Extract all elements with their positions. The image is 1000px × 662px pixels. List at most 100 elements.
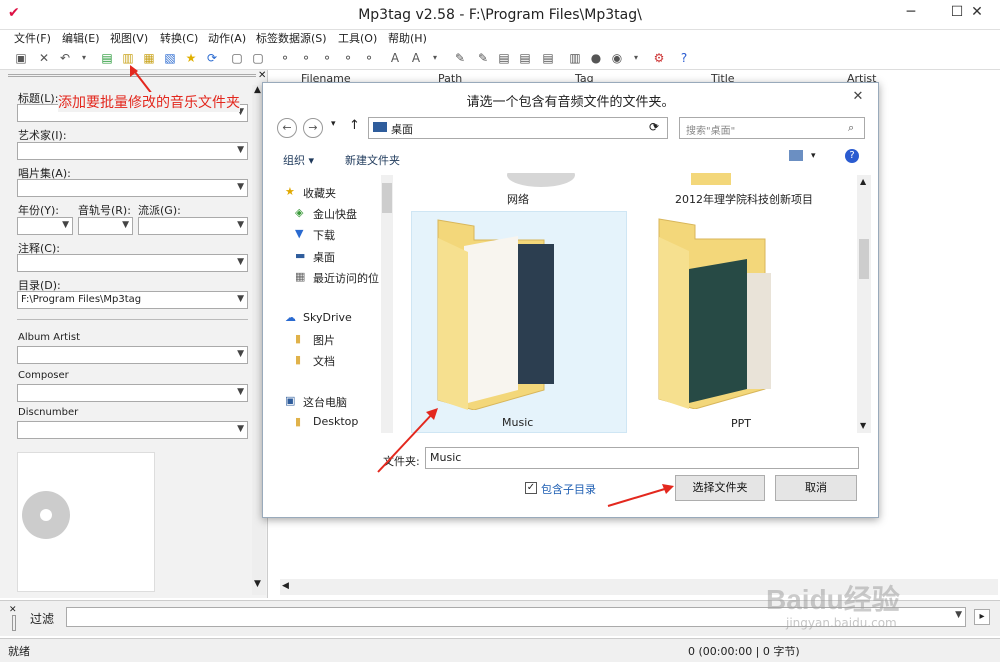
folder-ppt-label[interactable]: PPT: [731, 417, 751, 430]
recent-places-icon: ▦: [295, 270, 306, 283]
up-icon[interactable]: ↑: [349, 118, 360, 133]
sources-icon[interactable]: ▤: [539, 49, 557, 67]
address-bar[interactable]: 桌面 ▾: [368, 117, 668, 139]
dialog-close-button[interactable]: ✕: [845, 86, 871, 108]
tag-filename-icon[interactable]: ⚬: [276, 49, 294, 67]
scroll-up-icon[interactable]: ▲: [254, 85, 261, 95]
refresh-icon[interactable]: ⟳: [649, 120, 659, 134]
nav-this-pc[interactable]: 这台电脑: [303, 394, 347, 410]
year-field[interactable]: ▼: [17, 217, 73, 235]
filename-tag-icon[interactable]: ⚬: [297, 49, 315, 67]
menu-edit[interactable]: 编辑(E): [62, 30, 100, 46]
content-scroll-thumb[interactable]: [859, 239, 869, 279]
artist-field[interactable]: ▼: [17, 142, 248, 160]
select-folder-button[interactable]: 选择文件夹: [675, 475, 765, 501]
content-pane-scrollbar[interactable]: ▲ ▼: [857, 175, 871, 433]
navigation-pane-scrollbar[interactable]: [381, 175, 393, 433]
menu-tools[interactable]: 工具(O): [338, 30, 377, 46]
scroll-down-icon[interactable]: ▼: [254, 579, 261, 589]
directory-field[interactable]: F:\Program Files\Mp3tag ▼: [17, 291, 248, 309]
view-dropdown-icon[interactable]: ▾: [811, 151, 816, 161]
filter-grip[interactable]: [12, 615, 16, 631]
menu-help[interactable]: 帮助(H): [388, 30, 427, 46]
menu-actions[interactable]: 动作(A): [208, 30, 246, 46]
content-scroll-up-icon[interactable]: ▲: [860, 177, 866, 186]
back-icon[interactable]: ←: [277, 118, 297, 138]
search-icon[interactable]: ⌕: [848, 121, 854, 135]
save-icon[interactable]: ▣: [12, 49, 30, 67]
menu-file[interactable]: 文件(F): [14, 30, 51, 46]
discnumber-field[interactable]: ▼: [17, 421, 248, 439]
quick-action-icon[interactable]: ✎: [474, 49, 492, 67]
discnumber-label: Discnumber: [18, 407, 79, 418]
refresh-icon[interactable]: ⟳: [203, 49, 221, 67]
genre-field[interactable]: ▼: [138, 217, 248, 235]
nav-downloads[interactable]: 下载: [313, 227, 335, 243]
nav-pictures[interactable]: 图片: [313, 332, 335, 348]
filter-close-icon[interactable]: ✕: [9, 605, 17, 615]
folder-project-label[interactable]: 2012年理学院科技创新项目: [675, 191, 813, 207]
search-input[interactable]: 搜索"桌面" ⌕: [679, 117, 865, 139]
forward-icon[interactable]: →: [303, 118, 323, 138]
copy-tag-icon[interactable]: ▢: [228, 49, 246, 67]
paste-tag-icon[interactable]: ▢: [249, 49, 267, 67]
content-scroll-down-icon[interactable]: ▼: [860, 421, 866, 430]
autonumber-icon[interactable]: A: [386, 49, 404, 67]
nav-favorites[interactable]: 收藏夹: [303, 185, 336, 201]
nav-documents[interactable]: 文档: [313, 353, 335, 369]
help-icon[interactable]: ?: [845, 149, 859, 163]
menu-view[interactable]: 视图(V): [110, 30, 148, 46]
include-subdirs-label[interactable]: 包含子目录: [541, 481, 596, 497]
minimize-button[interactable]: ─: [888, 0, 934, 24]
nav-desktop-pc[interactable]: Desktop: [313, 415, 358, 428]
nav-skydrive[interactable]: SkyDrive: [303, 311, 352, 324]
web-sources-icon[interactable]: ●: [587, 49, 605, 67]
folder-network-label[interactable]: 网络: [507, 191, 529, 207]
comment-field[interactable]: ▼: [17, 254, 248, 272]
this-pc-icon: ▣: [285, 394, 296, 407]
options-icon[interactable]: ⚙: [650, 49, 668, 67]
text-file-tag-icon[interactable]: ⚬: [339, 49, 357, 67]
export-icon[interactable]: ▤: [495, 49, 513, 67]
panel-close-icon[interactable]: ✕: [258, 70, 266, 81]
edit-icon[interactable]: ✎: [451, 49, 469, 67]
album-field[interactable]: ▼: [17, 179, 248, 197]
scroll-left-icon[interactable]: ◀: [282, 581, 289, 591]
undo-icon[interactable]: ↶: [56, 49, 74, 67]
cancel-button[interactable]: 取消: [775, 475, 857, 501]
history-dropdown-icon[interactable]: ▾: [331, 119, 336, 129]
cover-art-area[interactable]: [17, 452, 155, 592]
album-artist-field[interactable]: ▼: [17, 346, 248, 364]
amazon-icon[interactable]: ◉: [608, 49, 626, 67]
menu-convert[interactable]: 转换(C): [160, 30, 198, 46]
undo-dropdown-icon[interactable]: ▾: [75, 49, 93, 67]
nav-desktop[interactable]: 桌面: [313, 249, 335, 265]
filter-go-icon[interactable]: ▸: [974, 609, 990, 625]
filename-filename-icon[interactable]: ⚬: [318, 49, 336, 67]
case-convert-icon[interactable]: A: [407, 49, 425, 67]
nav-recent[interactable]: 最近访问的位: [313, 270, 379, 286]
folder-name-input[interactable]: Music: [425, 447, 859, 469]
track-field[interactable]: ▼: [78, 217, 133, 235]
freedb-icon[interactable]: ▥: [566, 49, 584, 67]
menu-tag-sources[interactable]: 标签数据源(S): [256, 30, 327, 46]
window-title: Mp3tag v2.58 - F:\Program Files\Mp3tag\: [358, 7, 642, 23]
close-button[interactable]: ✕: [954, 0, 1000, 24]
favorite-star-icon[interactable]: ★: [182, 49, 200, 67]
composer-field[interactable]: ▼: [17, 384, 248, 402]
nav-scroll-thumb[interactable]: [382, 183, 392, 213]
tag-tag-icon[interactable]: ⚬: [360, 49, 378, 67]
directory-value: F:\Program Files\Mp3tag: [21, 294, 142, 305]
help-icon[interactable]: ?: [675, 49, 693, 67]
new-folder-button[interactable]: 新建文件夹: [345, 152, 400, 168]
include-subdirs-checkbox[interactable]: ✓: [525, 482, 537, 494]
nav-kuaipan[interactable]: 金山快盘: [313, 206, 357, 222]
change-directory-icon[interactable]: ▤: [98, 49, 116, 67]
sources-dropdown-icon[interactable]: ▾: [627, 49, 645, 67]
ppt-folder-icon: [658, 218, 771, 409]
organize-button[interactable]: 组织 ▾: [283, 152, 314, 168]
playlist-export-icon[interactable]: ▤: [516, 49, 534, 67]
actions-dropdown-icon[interactable]: ▾: [426, 49, 444, 67]
view-options-icon[interactable]: [789, 150, 803, 161]
delete-icon[interactable]: ✕: [35, 49, 53, 67]
